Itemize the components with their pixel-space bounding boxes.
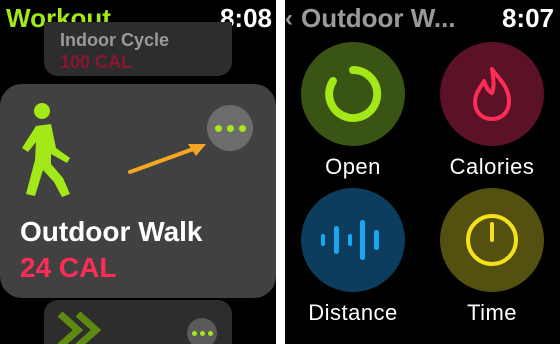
ring-icon [325, 65, 382, 122]
workout-calories: 24 CAL [20, 252, 117, 283]
workout-name: Outdoor Walk [20, 216, 203, 247]
more-options-button[interactable] [187, 318, 217, 344]
ellipsis-icon [191, 330, 197, 336]
screen-title[interactable]: Outdoor W... [301, 3, 456, 34]
workout-name: Indoor Cycle [60, 30, 170, 50]
clock-time: 8:07 [501, 3, 554, 33]
goal-time-circle[interactable] [440, 188, 544, 292]
goal-label: Time [466, 300, 518, 325]
goal-distance-circle[interactable] [301, 188, 405, 292]
goal-open-circle[interactable] [301, 42, 405, 146]
workout-card-indoor-cycle[interactable]: Indoor Cycle 100 CAL [44, 22, 232, 76]
flame-icon [473, 67, 511, 121]
double-chevron-right-icon [57, 311, 102, 344]
goal-label: Calories [449, 154, 535, 179]
workout-goal-screen: ‹ Outdoor W... 8:07 Open Calories Distan… [285, 0, 560, 344]
workout-list-screen: Workout 8:08 Indoor Cycle 100 CAL Outdoo… [0, 0, 276, 344]
more-options-button[interactable] [207, 105, 253, 151]
goal-open-button[interactable]: Open [301, 42, 405, 180]
workout-card-next[interactable] [44, 300, 232, 344]
stopwatch-icon [466, 214, 518, 266]
distance-bars-icon [321, 220, 379, 260]
ellipsis-icon [214, 124, 222, 132]
goal-calories-circle[interactable] [440, 42, 544, 146]
workout-calories: 100 CAL [60, 52, 133, 72]
workout-card-outdoor-walk[interactable]: Outdoor Walk 24 CAL [0, 84, 276, 298]
goal-label: Open [325, 154, 381, 179]
annotation-arrow-icon [128, 144, 206, 174]
goal-calories-button[interactable]: Calories [440, 42, 544, 180]
goal-time-button[interactable]: Time [440, 188, 544, 326]
goal-label: Distance [308, 300, 398, 325]
goal-distance-button[interactable]: Distance [301, 188, 405, 326]
walking-figure-icon [22, 103, 70, 197]
chevron-left-icon[interactable]: ‹ [285, 5, 293, 33]
